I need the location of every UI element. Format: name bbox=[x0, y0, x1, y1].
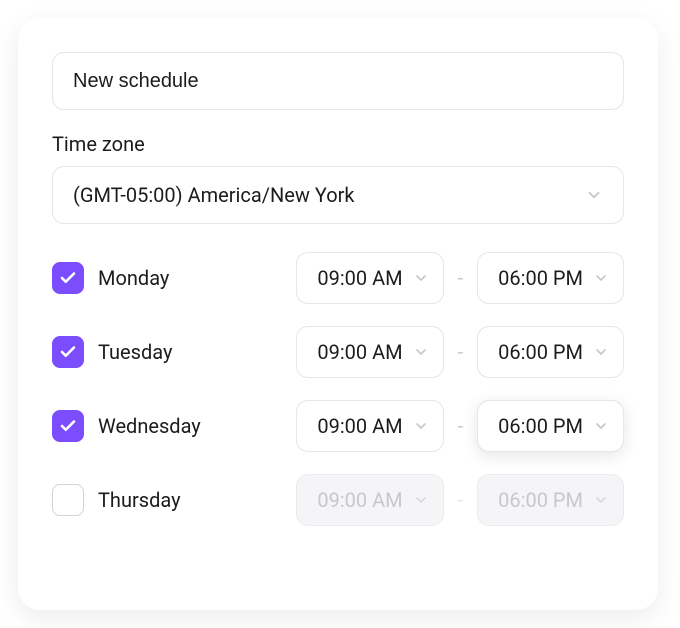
schedule-card: Time zone (GMT-05:00) America/New York M… bbox=[18, 18, 658, 610]
start-time-select-wednesday[interactable]: 09:00 AM bbox=[296, 400, 443, 452]
day-checkbox-wednesday[interactable] bbox=[52, 410, 84, 442]
check-icon bbox=[59, 417, 77, 435]
time-separator: - bbox=[458, 414, 464, 438]
end-time-value: 06:00 PM bbox=[498, 488, 583, 512]
chevron-down-icon bbox=[593, 270, 609, 286]
end-time-select-tuesday[interactable]: 06:00 PM bbox=[477, 326, 624, 378]
time-separator: - bbox=[458, 340, 464, 364]
day-row-thursday: Thursday 09:00 AM - 06:00 PM bbox=[52, 474, 624, 526]
day-row-tuesday: Tuesday 09:00 AM - 06:00 PM bbox=[52, 326, 624, 378]
timezone-value: (GMT-05:00) America/New York bbox=[73, 183, 355, 207]
end-time-select-thursday[interactable]: 06:00 PM bbox=[477, 474, 624, 526]
day-label: Tuesday bbox=[98, 340, 282, 364]
start-time-value: 09:00 AM bbox=[317, 488, 402, 512]
end-time-value: 06:00 PM bbox=[498, 340, 583, 364]
chevron-down-icon bbox=[585, 186, 603, 204]
chevron-down-icon bbox=[593, 418, 609, 434]
end-time-value: 06:00 PM bbox=[498, 414, 583, 438]
day-label: Monday bbox=[98, 266, 282, 290]
day-checkbox-monday[interactable] bbox=[52, 262, 84, 294]
start-time-select-monday[interactable]: 09:00 AM bbox=[296, 252, 443, 304]
day-label: Wednesday bbox=[98, 414, 282, 438]
end-time-value: 06:00 PM bbox=[498, 266, 583, 290]
start-time-select-thursday[interactable]: 09:00 AM bbox=[296, 474, 443, 526]
check-icon bbox=[59, 343, 77, 361]
chevron-down-icon bbox=[593, 344, 609, 360]
day-label: Thursday bbox=[98, 488, 282, 512]
chevron-down-icon bbox=[413, 492, 429, 508]
chevron-down-icon bbox=[413, 270, 429, 286]
start-time-value: 09:00 AM bbox=[317, 266, 402, 290]
day-checkbox-tuesday[interactable] bbox=[52, 336, 84, 368]
day-checkbox-thursday[interactable] bbox=[52, 484, 84, 516]
chevron-down-icon bbox=[413, 418, 429, 434]
chevron-down-icon bbox=[593, 492, 609, 508]
time-separator: - bbox=[458, 488, 464, 512]
day-row-monday: Monday 09:00 AM - 06:00 PM bbox=[52, 252, 624, 304]
start-time-select-tuesday[interactable]: 09:00 AM bbox=[296, 326, 443, 378]
start-time-value: 09:00 AM bbox=[317, 414, 402, 438]
days-list: Monday 09:00 AM - 06:00 PM Tuesday 09:00… bbox=[52, 252, 624, 526]
chevron-down-icon bbox=[413, 344, 429, 360]
timezone-label: Time zone bbox=[52, 132, 624, 156]
day-row-wednesday: Wednesday 09:00 AM - 06:00 PM bbox=[52, 400, 624, 452]
end-time-select-wednesday[interactable]: 06:00 PM bbox=[477, 400, 624, 452]
time-separator: - bbox=[458, 266, 464, 290]
end-time-select-monday[interactable]: 06:00 PM bbox=[477, 252, 624, 304]
timezone-select[interactable]: (GMT-05:00) America/New York bbox=[52, 166, 624, 224]
start-time-value: 09:00 AM bbox=[317, 340, 402, 364]
schedule-name-input[interactable] bbox=[52, 52, 624, 110]
check-icon bbox=[59, 269, 77, 287]
